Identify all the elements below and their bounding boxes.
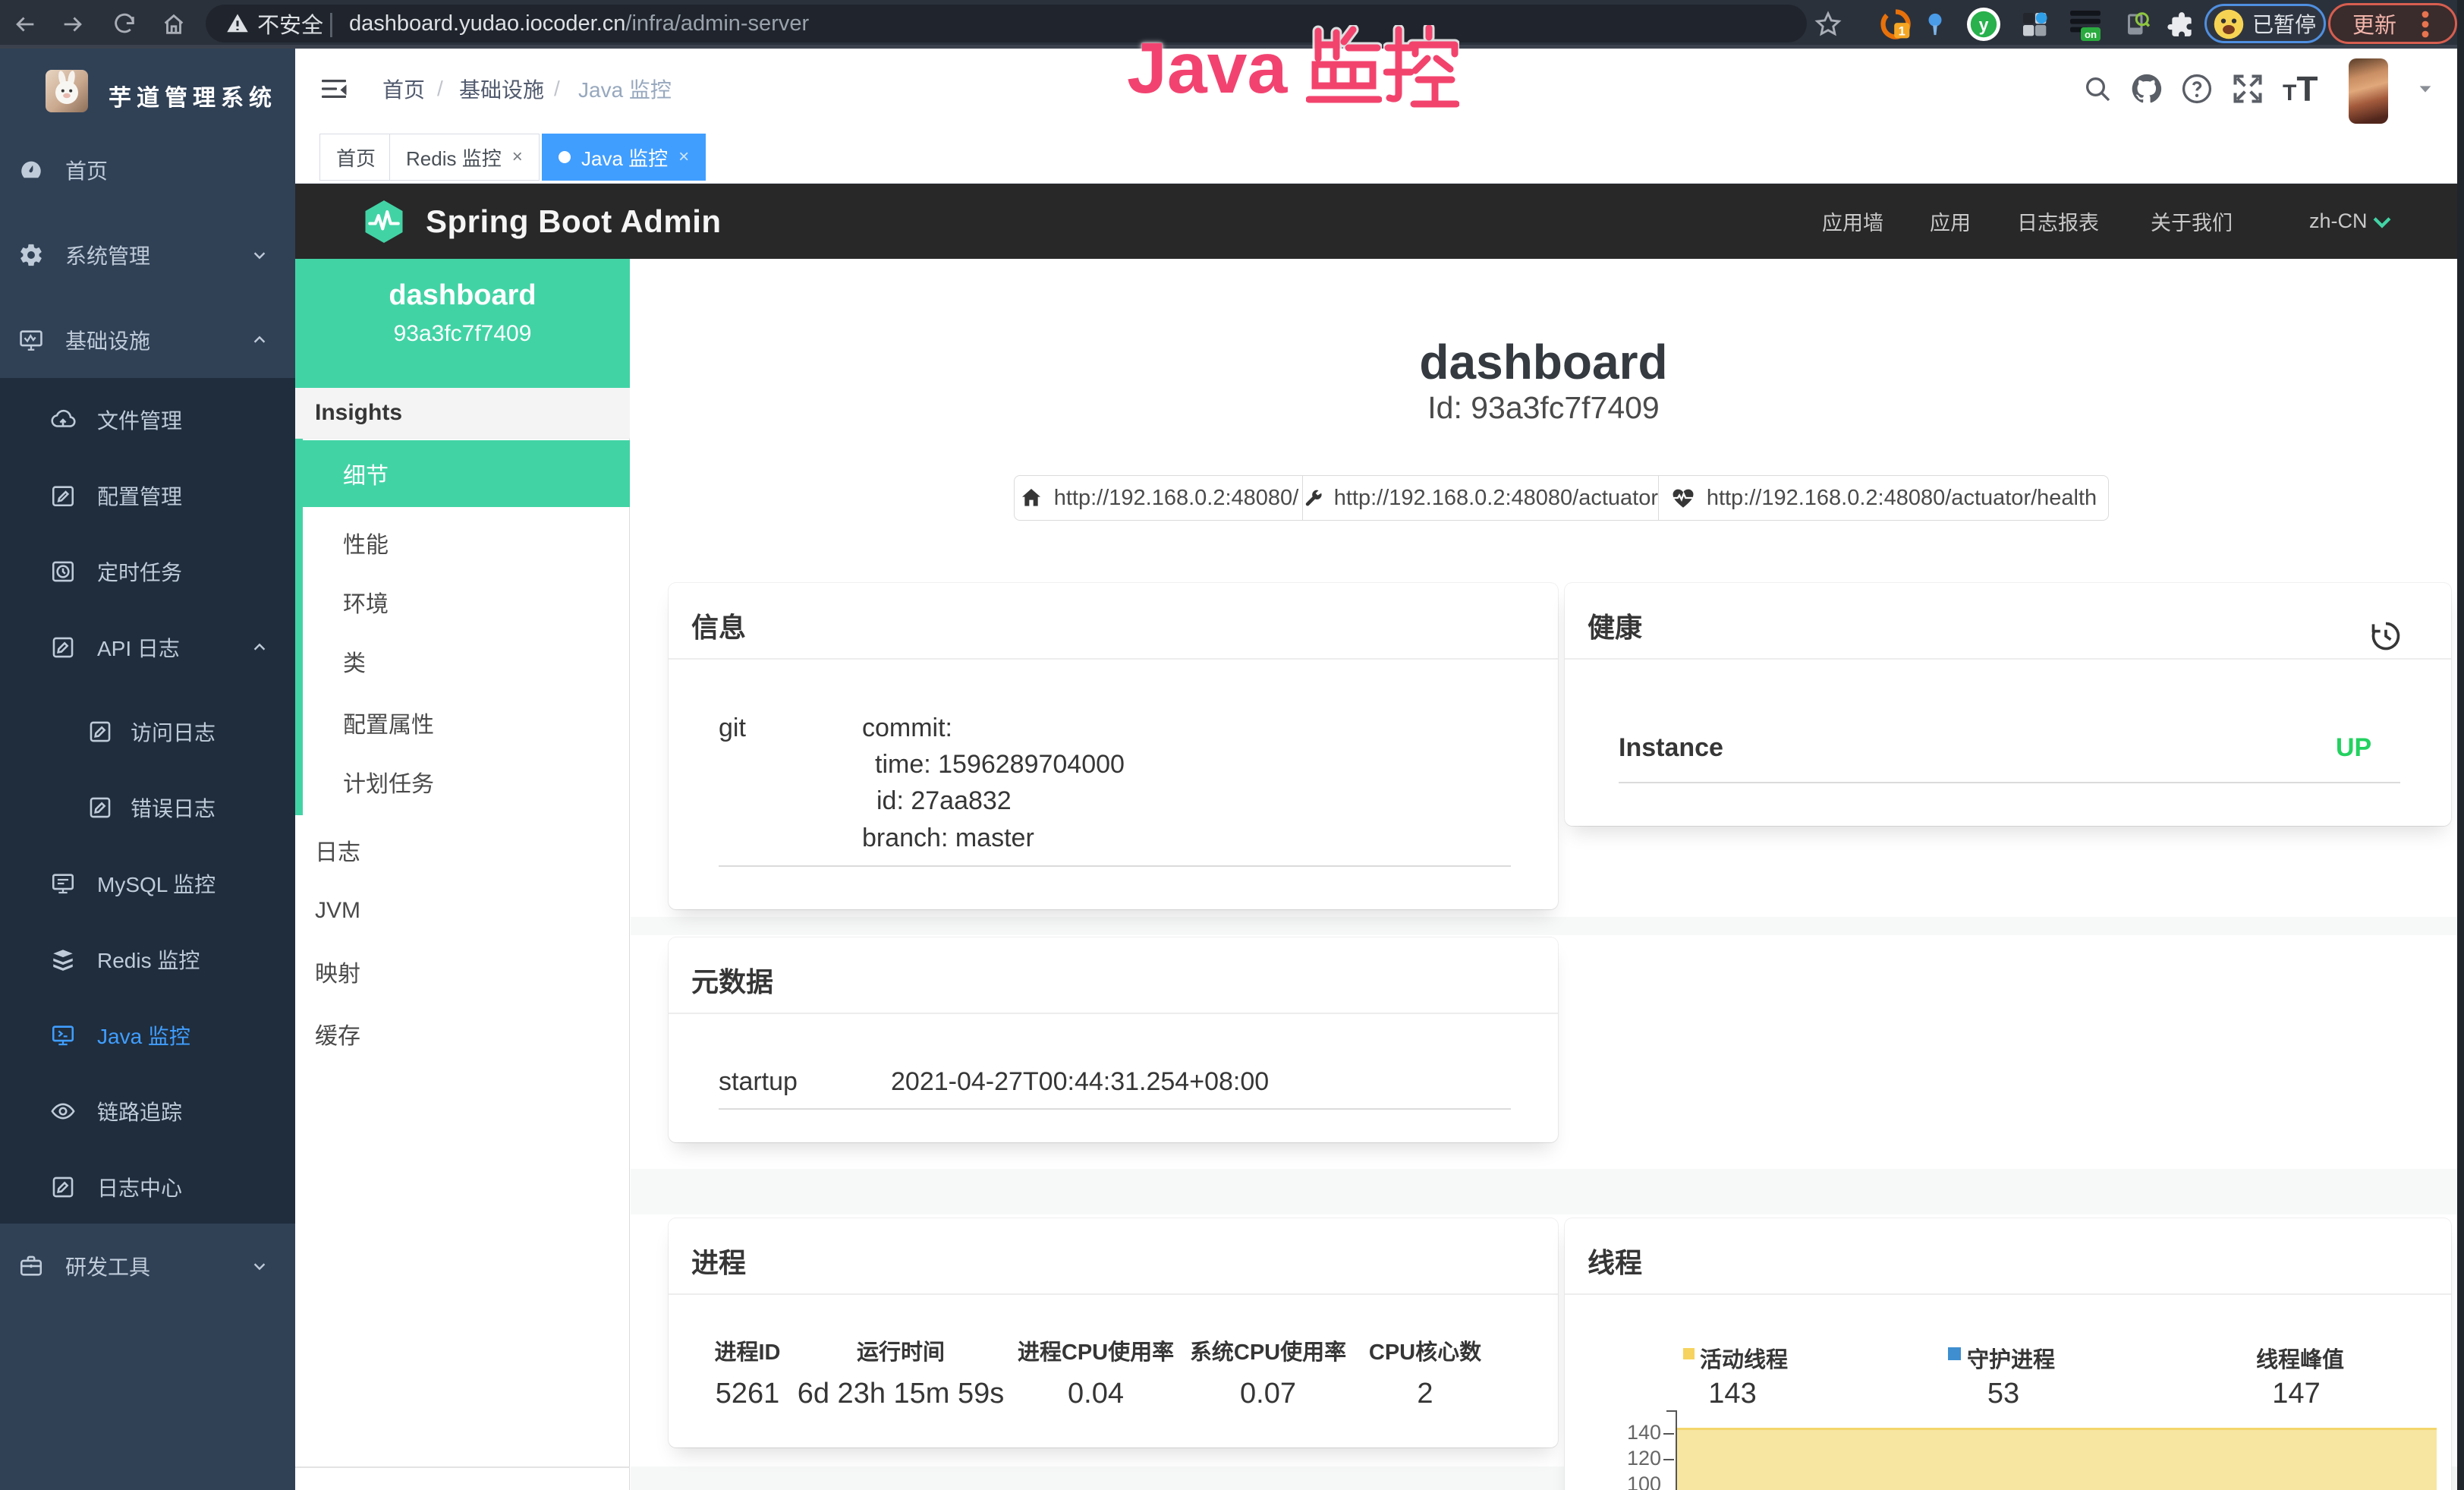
svg-text:y: y	[1979, 14, 1989, 34]
svg-text:on: on	[2085, 29, 2097, 40]
svg-text:1: 1	[1899, 25, 1905, 39]
